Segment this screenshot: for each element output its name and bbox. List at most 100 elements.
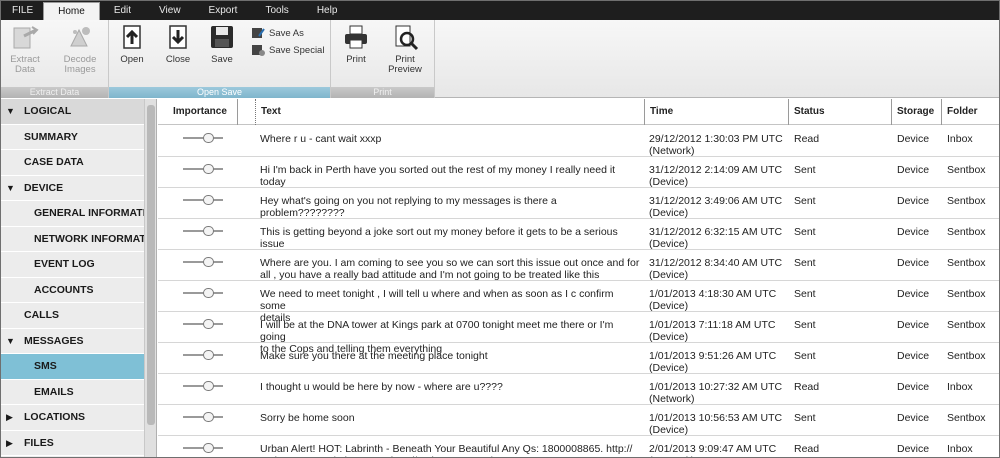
message-status: Sent bbox=[794, 319, 816, 331]
message-time: 2/01/2013 9:09:47 AM UTC(Network) bbox=[649, 443, 777, 457]
message-status: Sent bbox=[794, 288, 816, 300]
table-row[interactable]: I thought u would be here by now - where… bbox=[158, 374, 999, 405]
save-icon bbox=[211, 26, 233, 48]
menu-edit[interactable]: Edit bbox=[100, 1, 145, 20]
ribbon-group-label-open-save: Open Save bbox=[109, 87, 330, 98]
expand-arrow-icon[interactable]: ▼ bbox=[6, 176, 15, 201]
expand-arrow-icon[interactable]: ▶ bbox=[6, 405, 13, 430]
table-row[interactable]: I will be at the DNA tower at Kings park… bbox=[158, 312, 999, 355]
sidebar-item-emails[interactable]: EMAILS bbox=[1, 380, 156, 405]
importance-slider[interactable] bbox=[183, 164, 223, 174]
importance-slider[interactable] bbox=[183, 257, 223, 267]
menu-export[interactable]: Export bbox=[195, 1, 252, 20]
table-row[interactable]: Where r u - cant wait xxxp 29/12/2012 1:3… bbox=[158, 126, 999, 157]
expand-arrow-icon[interactable]: ▼ bbox=[6, 99, 15, 124]
decode-images-button[interactable]: Decode Images bbox=[56, 22, 104, 75]
importance-slider[interactable] bbox=[183, 381, 223, 391]
column-header-storage[interactable]: Storage bbox=[892, 99, 942, 125]
column-header-importance[interactable]: Importance bbox=[168, 99, 238, 125]
print-button[interactable]: Print bbox=[339, 22, 373, 65]
ribbon-group-label-extract: Extract Data bbox=[1, 87, 108, 98]
importance-slider[interactable] bbox=[183, 443, 223, 453]
importance-slider-knob[interactable] bbox=[203, 412, 214, 422]
importance-slider-knob[interactable] bbox=[203, 133, 214, 143]
importance-slider[interactable] bbox=[183, 226, 223, 236]
importance-slider-knob[interactable] bbox=[203, 195, 214, 205]
column-header-time[interactable]: Time bbox=[645, 99, 789, 125]
menu-tools[interactable]: Tools bbox=[251, 1, 302, 20]
column-header-text[interactable]: Text bbox=[256, 99, 645, 125]
message-time: 1/01/2013 10:56:53 AM UTC (Device) bbox=[649, 412, 783, 436]
message-folder: Inbox bbox=[947, 381, 973, 393]
save-special-button[interactable]: Save Special bbox=[251, 43, 324, 57]
menu-view[interactable]: View bbox=[145, 1, 195, 20]
importance-slider-knob[interactable] bbox=[203, 443, 214, 453]
save-as-button[interactable]: Save As bbox=[251, 26, 304, 40]
sidebar-item-calls[interactable]: CALLS bbox=[1, 303, 156, 329]
column-header-spacer[interactable] bbox=[238, 99, 256, 125]
print-preview-button[interactable]: Print Preview bbox=[383, 22, 427, 75]
importance-slider-knob[interactable] bbox=[203, 226, 214, 236]
column-header-folder[interactable]: Folder bbox=[942, 99, 999, 125]
sidebar-item-general-information[interactable]: GENERAL INFORMATION bbox=[1, 201, 156, 227]
importance-slider-knob[interactable] bbox=[203, 350, 214, 360]
table-row[interactable]: This is getting beyond a joke sort out m… bbox=[158, 219, 999, 250]
message-storage: Device bbox=[897, 226, 930, 238]
importance-slider[interactable] bbox=[183, 288, 223, 298]
sidebar-item-files[interactable]: ▶ FILES bbox=[1, 431, 156, 456]
menu-help[interactable]: Help bbox=[303, 1, 352, 20]
importance-slider-knob[interactable] bbox=[203, 381, 214, 391]
importance-slider[interactable] bbox=[183, 319, 223, 329]
table-row[interactable]: Sorry be home soon 1/01/2013 10:56:53 AM … bbox=[158, 405, 999, 436]
message-time: 1/01/2013 9:51:26 AM UTC (Device) bbox=[649, 350, 777, 374]
grid-header: Importance Text Time Status Storage Fold… bbox=[158, 99, 999, 125]
sidebar-item-locations[interactable]: ▶ LOCATIONS bbox=[1, 405, 156, 431]
menu-home[interactable]: Home bbox=[43, 2, 100, 20]
importance-slider[interactable] bbox=[183, 195, 223, 205]
sidebar-item-sms[interactable]: SMS bbox=[1, 354, 156, 380]
importance-slider-knob[interactable] bbox=[203, 257, 214, 267]
importance-slider[interactable] bbox=[183, 133, 223, 143]
open-button[interactable]: Open bbox=[115, 22, 149, 65]
sidebar-item-case-data[interactable]: CASE DATA bbox=[1, 150, 156, 176]
save-button[interactable]: Save bbox=[205, 22, 239, 65]
table-row[interactable]: We need to meet tonight , I will tell u … bbox=[158, 281, 999, 324]
message-time: 1/01/2013 4:18:30 AM UTC (Device) bbox=[649, 288, 777, 312]
importance-slider-knob[interactable] bbox=[203, 288, 214, 298]
message-folder: Sentbox bbox=[947, 226, 986, 238]
column-header-status[interactable]: Status bbox=[789, 99, 892, 125]
sidebar-item-messages[interactable]: ▼ MESSAGES bbox=[1, 329, 156, 354]
decode-images-icon bbox=[70, 27, 90, 47]
sidebar-item-device[interactable]: ▼ DEVICE bbox=[1, 176, 156, 201]
table-row[interactable]: Where are you. I am coming to see you so… bbox=[158, 250, 999, 281]
message-text: Urban Alert! HOT: Labrinth - Beneath You… bbox=[260, 443, 633, 457]
extract-data-button[interactable]: Extract Data bbox=[6, 22, 44, 75]
sidebar-item-accounts[interactable]: ACCOUNTS bbox=[1, 278, 156, 303]
ribbon-group-extract: Extract Data Decode Images Extract Data bbox=[1, 20, 109, 98]
table-row[interactable]: Make sure you there at the meeting place… bbox=[158, 343, 999, 374]
table-row[interactable]: Hi I'm back in Perth have you sorted out… bbox=[158, 157, 999, 188]
sidebar-scrollbar[interactable] bbox=[144, 99, 156, 457]
importance-slider[interactable] bbox=[183, 350, 223, 360]
table-row[interactable]: Urban Alert! HOT: Labrinth - Beneath You… bbox=[158, 436, 999, 457]
expand-arrow-icon[interactable]: ▼ bbox=[6, 329, 15, 354]
ribbon: Extract Data Decode Images Extract Data … bbox=[1, 20, 999, 98]
table-row[interactable]: Hey what's going on you not replying to … bbox=[158, 188, 999, 219]
menu-file[interactable]: FILE bbox=[1, 1, 43, 20]
importance-slider[interactable] bbox=[183, 412, 223, 422]
importance-slider-knob[interactable] bbox=[203, 164, 214, 174]
importance-slider-knob[interactable] bbox=[203, 319, 214, 329]
message-time: 29/12/2012 1:30:03 PM UTC (Network) bbox=[649, 133, 783, 157]
close-button[interactable]: Close bbox=[161, 22, 195, 65]
sidebar-item-network-information[interactable]: NETWORK INFORMATION bbox=[1, 227, 156, 252]
ribbon-group-open-save: Open Close Save Save As Save Special Ope… bbox=[109, 20, 331, 98]
app-window: FILE Home Edit View Export Tools Help Ex… bbox=[0, 0, 1000, 458]
sidebar-nav: ▼ LOGICAL SUMMARY CASE DATA ▼ DEVICE GENER… bbox=[1, 99, 157, 457]
message-folder: Sentbox bbox=[947, 288, 986, 300]
sidebar-item-summary[interactable]: SUMMARY bbox=[1, 125, 156, 150]
message-storage: Device bbox=[897, 133, 930, 145]
sidebar-item-event-log[interactable]: EVENT LOG bbox=[1, 252, 156, 278]
sidebar-scrollbar-thumb[interactable] bbox=[147, 105, 155, 425]
sidebar-item-logical[interactable]: ▼ LOGICAL bbox=[1, 99, 156, 125]
expand-arrow-icon[interactable]: ▶ bbox=[6, 431, 13, 456]
